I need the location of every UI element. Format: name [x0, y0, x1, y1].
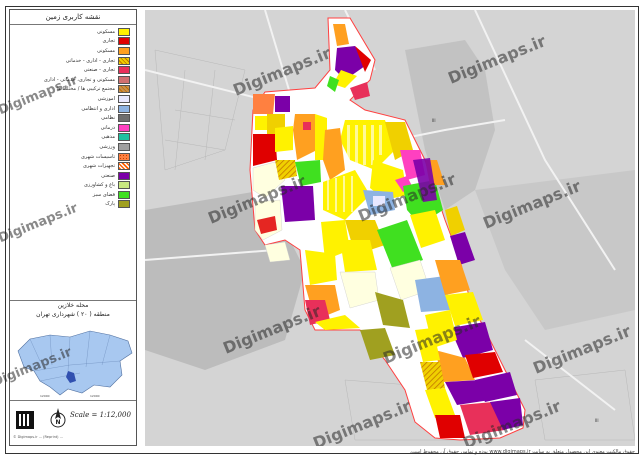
legend-item: مسکونی	[10, 46, 136, 56]
locator-map: محله خلازین منطقه ( ۲۰ ) شهرداری تهران 1…	[10, 300, 136, 401]
legend-swatch	[118, 200, 130, 209]
locator-title: محله خلازین	[57, 302, 89, 309]
legend-item: مذهبی	[10, 133, 136, 143]
legend-swatch	[118, 56, 130, 65]
locator-subtitle: منطقه ( ۲۰ ) شهرداری تهران	[36, 311, 110, 318]
legend-swatch	[118, 162, 130, 171]
legend-title: نقشه کاربری زمین	[10, 10, 136, 25]
legend-label: درمانی	[100, 124, 115, 131]
legend-item: صنعتی	[10, 171, 136, 181]
legend-item: تجاری - اداری - خدماتی	[10, 56, 136, 66]
legend-item: مسکونی	[10, 27, 136, 37]
legend-label: صنعتی	[101, 172, 115, 179]
north-arrow-icon: N	[50, 408, 66, 428]
legend-label: تجاری	[102, 38, 115, 45]
legend-label: نظامی	[101, 115, 115, 122]
svg-text:III: III	[595, 418, 599, 423]
qr-code	[16, 411, 34, 429]
legend-swatch	[118, 123, 130, 132]
legend-item: تاسیسات شهری	[10, 152, 136, 162]
svg-text:12000: 12000	[40, 394, 50, 398]
legend-item: فضای سبز	[10, 190, 136, 200]
legend-item: نظامی	[10, 113, 136, 123]
legend-item: تجهیزات شهری	[10, 161, 136, 171]
legend-label: مذهبی	[101, 134, 115, 141]
map-canvas: III III	[145, 10, 635, 446]
legend-label: مسکونی	[96, 47, 115, 54]
credit-text: © Digimaps.ir ... (Reprint) ...	[13, 435, 63, 439]
legend-swatch	[118, 114, 130, 123]
legend-label: تاسیسات شهری	[80, 153, 115, 160]
legend-label: باغ و کشاورزی	[83, 182, 115, 189]
legend-swatch	[118, 104, 130, 113]
svg-text:N: N	[56, 419, 61, 426]
legend-item: درمانی	[10, 123, 136, 133]
info-box: N Scale = 1:12,000 © Digimaps.ir ... (Re…	[10, 400, 136, 446]
legend-swatch	[118, 37, 130, 46]
legend-swatch	[118, 133, 130, 142]
legend-swatch	[118, 190, 130, 199]
legend-swatch	[118, 46, 130, 55]
scale-text: Scale = 1:12,000	[70, 411, 131, 419]
svg-text:III: III	[432, 118, 436, 123]
legend-label: تجاری - صنعتی	[83, 67, 115, 74]
legend-label: تجاری - اداری - خدماتی	[65, 57, 115, 64]
legend-item: تجاری	[10, 37, 136, 47]
svg-text:12000: 12000	[90, 394, 100, 398]
legend-swatch	[118, 94, 130, 103]
legend-label: تجهیزات شهری	[82, 163, 115, 170]
legend-swatch	[118, 171, 130, 180]
legend-swatch	[118, 152, 130, 161]
legend-label: فضای سبز	[92, 191, 115, 198]
legend-swatch	[118, 142, 130, 151]
land-use-map[interactable]: III III Digimaps.ir Digimaps.ir Digimaps…	[145, 10, 635, 446]
legend-swatch	[118, 85, 130, 94]
legend-item: ورزشی	[10, 142, 136, 152]
legend-list: مسکونی تجاری مسکونی تجاری - اداری - خدماتی ت…	[10, 27, 136, 209]
legend-swatch	[118, 27, 130, 36]
legend-label: مسکونی	[96, 28, 115, 35]
copyright-footer: حقوق مالکیت معنوی این محصول متعلق به سای…	[409, 449, 635, 455]
legend-item: باغ و کشاورزی	[10, 181, 136, 191]
legend-swatch	[118, 66, 130, 75]
legend-swatch	[118, 75, 130, 84]
legend-label: ورزشی	[99, 143, 115, 150]
legend-swatch	[118, 181, 130, 190]
